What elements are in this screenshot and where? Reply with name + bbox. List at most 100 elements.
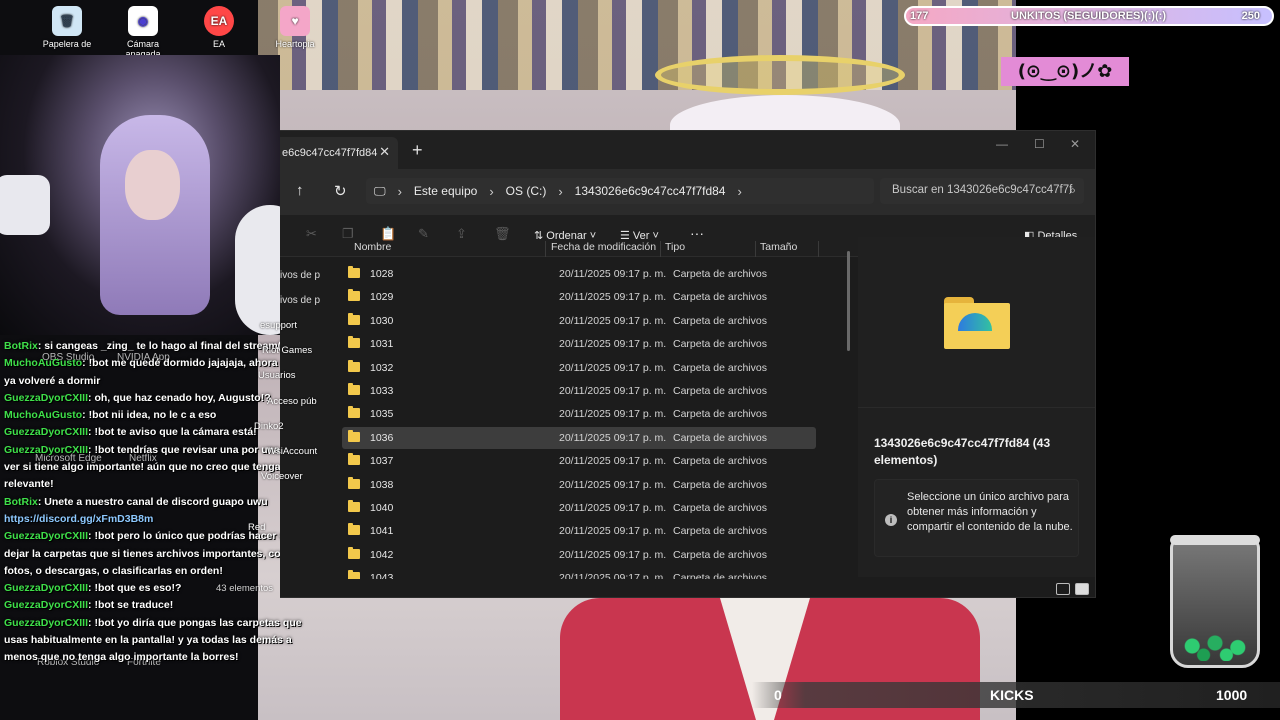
- file-date: 20/11/2025 09:17 p. m.: [559, 268, 667, 280]
- cut-icon[interactable]: ✂: [306, 226, 317, 242]
- clover-icons: [1177, 631, 1253, 661]
- desktop-icon-ea[interactable]: EA EA: [188, 2, 250, 49]
- column-header-name[interactable]: Nombre: [350, 241, 546, 257]
- file-date: 20/11/2025 09:17 p. m.: [559, 548, 667, 561]
- explorer-nav-bar: ↑ ↻ 🖵 › Este equipo › OS (C:) › 1343026e…: [280, 169, 1095, 215]
- close-window-icon[interactable]: ✕: [1070, 137, 1080, 151]
- chevron-right-icon[interactable]: ›: [733, 184, 745, 199]
- kaomoji-overlay: (⊙‿⊙)ノ✿: [1001, 57, 1129, 86]
- address-bar[interactable]: 🖵 › Este equipo › OS (C:) › 1343026e6c9c…: [366, 178, 874, 204]
- folder-icon: [348, 336, 360, 349]
- file-list-scrollbar[interactable]: [847, 251, 850, 351]
- chat-username: BotRix: [4, 340, 38, 352]
- file-name: 1036: [370, 431, 394, 444]
- file-row[interactable]: 1035 20/11/2025 09:17 p. m. Carpeta de arc…: [342, 403, 816, 425]
- file-type: Carpeta de archivos: [673, 268, 767, 280]
- up-arrow-icon[interactable]: ↑: [296, 182, 304, 199]
- chevron-right-icon[interactable]: ›: [554, 184, 566, 199]
- file-row[interactable]: 1032 20/11/2025 09:17 p. m. Carpeta de arc…: [342, 357, 816, 379]
- file-row[interactable]: 1042 20/11/2025 09:17 p. m. Carpeta de arc…: [342, 544, 816, 566]
- navigation-pane: 026e6c9 ivos de p ivos de p: [280, 258, 320, 597]
- discord-link[interactable]: https://discord.gg/xFmD3B8m: [4, 513, 153, 525]
- column-header-type[interactable]: Tipo: [661, 241, 756, 257]
- desktop-icon-heartopia[interactable]: ♥ Heartopia: [264, 2, 326, 49]
- details-divider: [858, 407, 1095, 408]
- chat-username: GuezzaDyorCXIII: [4, 443, 89, 456]
- nav-item-red[interactable]: Red: [248, 522, 265, 533]
- file-row[interactable]: 1033 20/11/2025 09:17 p. m. Carpeta de arc…: [342, 380, 816, 402]
- file-name: 1033: [370, 385, 394, 397]
- breadcrumb-este-equipo[interactable]: Este equipo: [406, 184, 485, 198]
- chevron-right-icon[interactable]: ›: [485, 184, 497, 199]
- explorer-tab[interactable]: e6c9c47cc47f7fd84 ✕: [280, 137, 398, 169]
- close-tab-icon[interactable]: ✕: [379, 144, 390, 160]
- chat-username: GuezzaDyorCXIII: [4, 599, 89, 612]
- desktop-icon-recycle-bin[interactable]: 🗑 Papelera de: [36, 2, 98, 49]
- chat-text: : Unete a nuestro canal de discord guapo…: [37, 495, 268, 508]
- minimize-icon[interactable]: —: [996, 137, 1008, 151]
- chat-message: BotRix: Unete a nuestro canal de discord…: [0, 494, 320, 529]
- kicks-goal-bar: 0 KICKS 1000: [752, 682, 1280, 708]
- chat-username: GuezzaDyorCXIII: [4, 391, 89, 404]
- refresh-icon[interactable]: ↻: [334, 182, 347, 200]
- nav-item-voiceover[interactable]: Voiceover: [261, 471, 303, 482]
- desktop-icon-camera[interactable]: ◉ Cámara apagada: [112, 2, 174, 59]
- details-view-toggle-icon[interactable]: [1056, 583, 1070, 595]
- folder-icon: [348, 476, 360, 489]
- file-row[interactable]: 1028 20/11/2025 09:17 p. m. Carpeta de arc…: [342, 263, 816, 285]
- chat-username: MuchoAuGusto: [4, 409, 83, 422]
- file-date: 20/11/2025 09:17 p. m.: [559, 502, 667, 514]
- search-icon[interactable]: ⌕: [1069, 183, 1076, 198]
- details-pane: 1343026e6c9c47cc47f7fd84 (43 elementos) …: [858, 237, 1095, 577]
- file-name: 1040: [370, 502, 394, 514]
- details-info-box: i Seleccione un único archivo para obten…: [874, 479, 1079, 557]
- nav-item-dinko2[interactable]: Dinko2: [254, 421, 284, 432]
- nav-item-riot-games[interactable]: Riot Games: [262, 345, 312, 356]
- nav-item-esupport[interactable]: esupport: [260, 320, 297, 331]
- search-input[interactable]: Buscar en 1343026e6c9c47cc47f7f ⌕: [880, 178, 1084, 204]
- breadcrumb-folder[interactable]: 1343026e6c9c47cc47f7fd84: [567, 184, 734, 198]
- file-row[interactable]: 1037 20/11/2025 09:17 p. m. Carpeta de arc…: [342, 450, 816, 472]
- folder-icon: [348, 406, 360, 419]
- folder-icon: [348, 570, 360, 579]
- computer-icon[interactable]: 🖵: [366, 184, 394, 199]
- chat-username: MuchoAuGusto: [4, 357, 83, 370]
- file-row[interactable]: 1041 20/11/2025 09:17 p. m. Carpeta de arc…: [342, 520, 816, 542]
- file-row[interactable]: 1030 20/11/2025 09:17 p. m. Carpeta de arc…: [342, 310, 816, 332]
- plush-toy-shape: [235, 205, 280, 335]
- nav-item-wsiaccount[interactable]: WsiAccount: [267, 446, 317, 457]
- file-name: 1038: [370, 478, 394, 491]
- file-row[interactable]: 1043 20/11/2025 09:17 p. m. Carpeta de arc…: [342, 567, 816, 579]
- file-type: Carpeta de archivos: [673, 431, 767, 444]
- nav-item-usuarios[interactable]: Usuarios: [258, 370, 296, 381]
- tab-title: e6c9c47cc47f7fd84: [282, 147, 378, 159]
- file-row[interactable]: 1040 20/11/2025 09:17 p. m. Carpeta de arc…: [342, 497, 816, 519]
- column-header-size[interactable]: Tamaño: [756, 241, 819, 257]
- file-date: 20/11/2025 09:17 p. m.: [559, 431, 667, 444]
- file-row[interactable]: 1038 20/11/2025 09:17 p. m. Carpeta de arc…: [342, 474, 816, 496]
- nav-item[interactable]: ivos de p: [280, 295, 320, 306]
- file-name: 1028: [370, 268, 394, 280]
- nav-item[interactable]: ivos de p: [280, 270, 320, 281]
- new-tab-icon[interactable]: +: [412, 140, 423, 161]
- nav-item-acceso-publico[interactable]: Acceso púb: [267, 396, 317, 407]
- file-row[interactable]: 1029 20/11/2025 09:17 p. m. Carpeta de arc…: [342, 286, 816, 308]
- maximize-icon[interactable]: ☐: [1034, 137, 1045, 151]
- file-name: 1035: [370, 408, 394, 421]
- camera-off-icon: ◉: [128, 6, 158, 36]
- status-item-count: 43 elementos: [216, 583, 274, 594]
- halo-decoration: [655, 55, 905, 95]
- chat-text: : !bot nii idea, no le c a eso: [82, 409, 217, 422]
- file-row[interactable]: 1031 20/11/2025 09:17 p. m. Carpeta de arc…: [342, 333, 816, 355]
- clover-jar-overlay: [1170, 535, 1260, 668]
- chat-text: : !bot que es eso!?: [88, 582, 182, 595]
- file-type: Carpeta de archivos: [673, 408, 767, 421]
- breadcrumb-os-c[interactable]: OS (C:): [498, 184, 555, 198]
- chevron-right-icon[interactable]: ›: [394, 184, 406, 199]
- file-date: 20/11/2025 09:17 p. m.: [559, 385, 667, 397]
- chat-username: GuezzaDyorCXIII: [4, 530, 89, 543]
- column-header-date[interactable]: Fecha de modificación: [547, 241, 661, 257]
- file-date: 20/11/2025 09:17 p. m.: [559, 314, 667, 327]
- tiles-view-toggle-icon[interactable]: [1075, 583, 1089, 595]
- file-row[interactable]: 1036 20/11/2025 09:17 p. m. Carpeta de arc…: [342, 426, 816, 449]
